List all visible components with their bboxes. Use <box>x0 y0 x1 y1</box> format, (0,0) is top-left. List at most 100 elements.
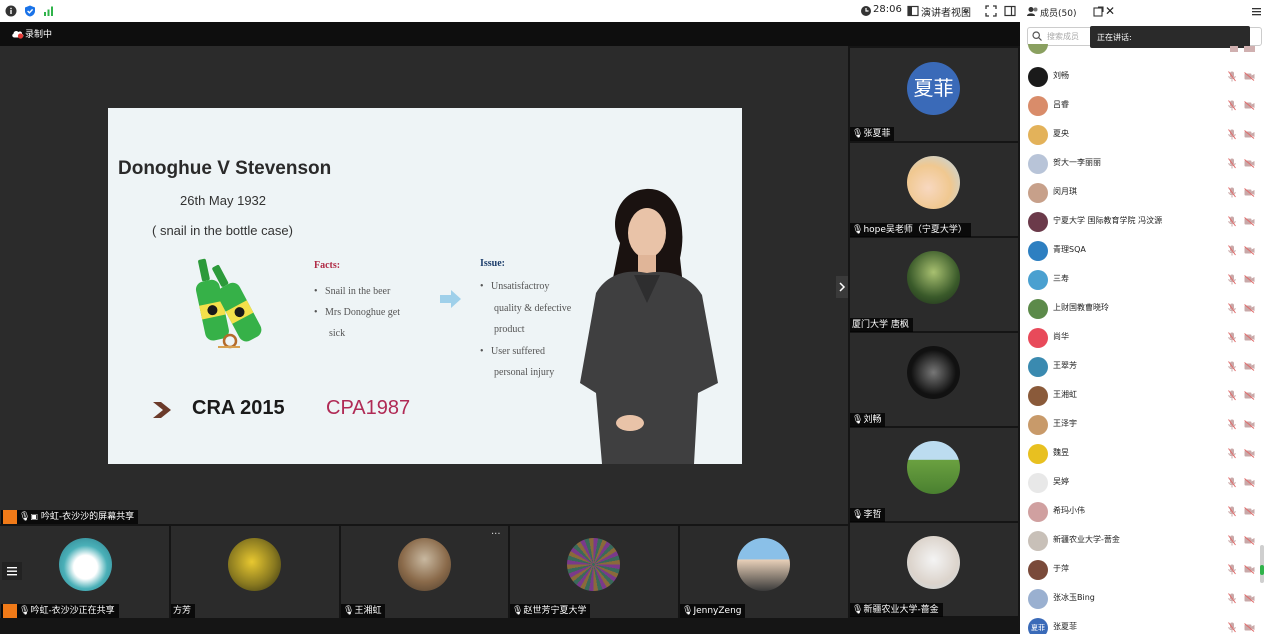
close-icon[interactable]: ✕ <box>1105 4 1115 18</box>
mic-muted-icon[interactable] <box>1228 100 1236 111</box>
avatar <box>59 538 112 591</box>
camera-off-icon[interactable] <box>1244 536 1255 545</box>
participant-name: 🎙hope吴老师（宁夏大学） <box>850 223 971 237</box>
issue-item: personal injury <box>494 367 555 378</box>
member-item[interactable]: 王翠芳 <box>1020 352 1267 381</box>
list-icon[interactable] <box>2 562 22 580</box>
mic-muted-icon[interactable] <box>1228 129 1236 140</box>
video-tile[interactable]: 🎙hope吴老师（宁夏大学） <box>850 143 1018 237</box>
camera-off-icon[interactable] <box>1244 391 1255 400</box>
member-item[interactable]: 宁夏大学 国际教育学院 冯汶源 <box>1020 207 1267 236</box>
member-item[interactable]: 尚华 <box>1020 323 1267 352</box>
members-tab[interactable]: 成员(50) <box>1040 6 1076 19</box>
more-options-icon[interactable]: ··· <box>491 529 501 540</box>
mic-muted-icon[interactable] <box>1228 448 1236 459</box>
clock-icon <box>860 5 872 17</box>
camera-off-icon[interactable] <box>1244 188 1255 197</box>
camera-off-icon[interactable] <box>1244 507 1255 516</box>
camera-off-icon[interactable] <box>1244 246 1255 255</box>
mic-muted-icon[interactable] <box>1228 506 1236 517</box>
mic-muted-icon[interactable] <box>1228 187 1236 198</box>
popout-icon[interactable] <box>1093 6 1104 20</box>
video-tile[interactable]: 🎙刘畅 <box>850 333 1018 427</box>
avatar <box>1028 241 1048 261</box>
camera-off-icon[interactable] <box>1244 217 1255 226</box>
mic-muted-icon[interactable] <box>1228 593 1236 604</box>
member-name: 尚华 <box>1053 332 1069 341</box>
member-item[interactable]: 贺大一李丽丽 <box>1020 149 1267 178</box>
camera-off-icon[interactable] <box>1244 478 1255 487</box>
camera-off-icon[interactable] <box>1244 623 1255 632</box>
avatar <box>1028 502 1048 522</box>
participant-name: 🎙王湘虹 <box>341 604 386 618</box>
mic-muted-icon[interactable] <box>1228 158 1236 169</box>
member-item[interactable]: 吕睿 <box>1020 91 1267 120</box>
mic-muted-icon[interactable] <box>1228 332 1236 343</box>
member-item[interactable]: 希玛小伟 <box>1020 497 1267 526</box>
member-item[interactable]: 夏央 <box>1020 120 1267 149</box>
presentation-slide: Donoghue V Stevenson 26th May 1932 ( sna… <box>108 108 742 464</box>
video-tile[interactable]: 🎙李哲 <box>850 428 1018 522</box>
video-tile[interactable]: 🎙王湘虹 ··· <box>341 526 508 618</box>
avatar <box>1028 67 1048 87</box>
info-icon[interactable] <box>5 5 17 17</box>
camera-off-icon[interactable] <box>1244 275 1255 284</box>
camera-off-icon[interactable] <box>1244 449 1255 458</box>
video-tile[interactable]: 方芳 <box>171 526 339 618</box>
member-name: 闵月琪 <box>1053 187 1077 196</box>
video-tile[interactable]: 🎙新疆农业大学-蔷金 <box>850 523 1018 617</box>
mic-muted-icon[interactable] <box>1228 419 1236 430</box>
member-item[interactable]: 新疆农业大学-蔷金 <box>1020 526 1267 555</box>
signal-icon[interactable] <box>43 5 55 17</box>
member-item[interactable]: 于萍 <box>1020 555 1267 584</box>
mic-muted-icon[interactable] <box>1228 622 1236 633</box>
mic-muted-icon[interactable] <box>1228 564 1236 575</box>
mic-muted-icon[interactable] <box>1228 274 1236 285</box>
member-item[interactable]: 王泽宇 <box>1020 410 1267 439</box>
mic-muted-icon[interactable] <box>1228 390 1236 401</box>
camera-off-icon[interactable] <box>1244 101 1255 110</box>
video-tile[interactable]: 厦门大学 唐枫 <box>850 238 1018 332</box>
split-panel-icon[interactable] <box>1004 5 1016 17</box>
avatar <box>907 156 960 209</box>
member-item[interactable]: 张冰玉Bing <box>1020 584 1267 613</box>
video-tile[interactable]: 🎙吟虹-衣沙沙正在共享 <box>0 526 169 618</box>
member-item[interactable]: 刘畅 <box>1020 62 1267 91</box>
member-item[interactable]: 闵月琪 <box>1020 178 1267 207</box>
video-tile[interactable]: 🎙JennyZeng <box>680 526 848 618</box>
member-item[interactable]: 吴婷 <box>1020 468 1267 497</box>
layout-view-icon[interactable] <box>907 5 919 17</box>
member-item[interactable]: 青理SQA <box>1020 236 1267 265</box>
member-item[interactable]: 魏昱 <box>1020 439 1267 468</box>
shield-icon[interactable] <box>24 5 36 17</box>
member-item[interactable]: 上财国教曹晓玲 <box>1020 294 1267 323</box>
video-tile[interactable]: 夏菲 🎙张夏菲 <box>850 48 1018 141</box>
next-page-button[interactable] <box>836 276 848 298</box>
camera-off-icon[interactable] <box>1244 304 1255 313</box>
camera-off-icon[interactable] <box>1244 420 1255 429</box>
camera-off-icon[interactable] <box>1244 72 1255 81</box>
member-item[interactable]: 王湘虹 <box>1020 381 1267 410</box>
camera-off-icon[interactable] <box>1244 362 1255 371</box>
camera-off-icon[interactable] <box>1244 333 1255 342</box>
video-tile[interactable]: 🎙赵世芳宁夏大学 <box>510 526 678 618</box>
mic-muted-icon[interactable] <box>1228 477 1236 488</box>
mic-muted-icon[interactable] <box>1228 535 1236 546</box>
menu-icon[interactable] <box>1251 6 1262 20</box>
camera-off-icon[interactable] <box>1244 565 1255 574</box>
camera-off-icon[interactable] <box>1244 130 1255 139</box>
mic-muted-icon[interactable] <box>1228 303 1236 314</box>
mic-muted-icon[interactable] <box>1228 361 1236 372</box>
member-item[interactable]: 夏菲 张夏菲 <box>1020 613 1267 634</box>
chevron-down-icon[interactable] <box>962 6 974 18</box>
mic-muted-icon[interactable] <box>1228 245 1236 256</box>
member-item[interactable]: 三寿 <box>1020 265 1267 294</box>
camera-off-icon[interactable] <box>1244 159 1255 168</box>
camera-off-icon[interactable] <box>1244 594 1255 603</box>
mic-muted-icon[interactable] <box>1228 216 1236 227</box>
participant-list-toggle[interactable] <box>2 562 22 580</box>
mic-muted-icon[interactable] <box>1228 71 1236 82</box>
scrollbar-thumb[interactable] <box>1260 545 1264 583</box>
chevron-right-icon[interactable] <box>836 276 848 298</box>
fullscreen-icon[interactable] <box>985 5 997 17</box>
